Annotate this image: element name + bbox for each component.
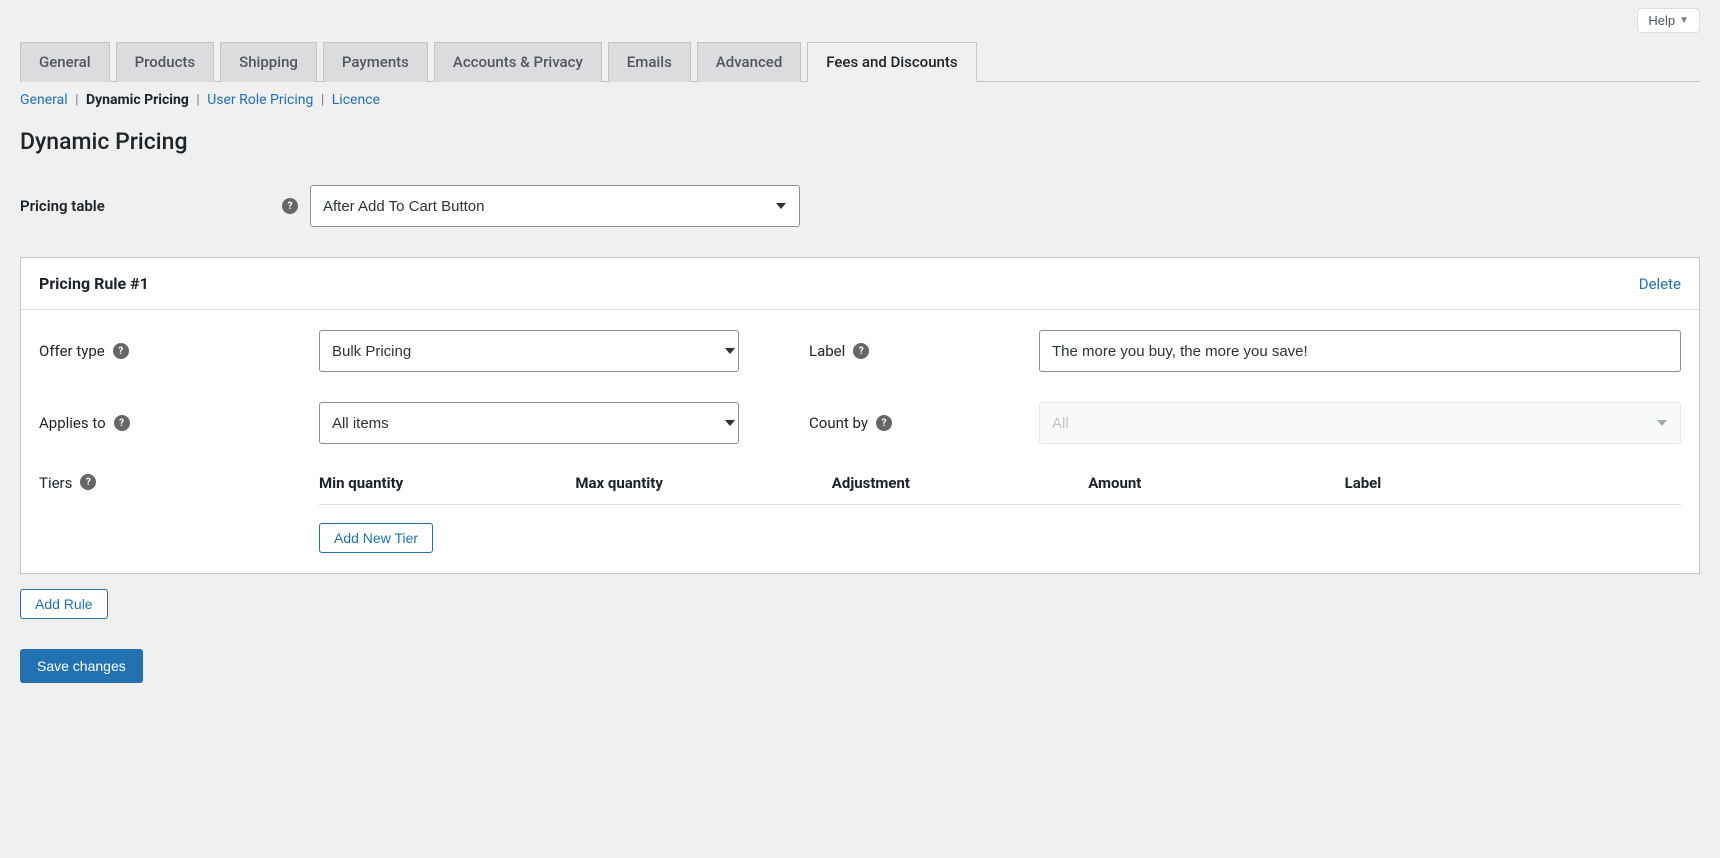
pricing-table-label: Pricing table xyxy=(20,197,105,215)
tab-accounts-privacy[interactable]: Accounts & Privacy xyxy=(434,42,602,82)
tiers-label: Tiers xyxy=(39,474,72,492)
help-button[interactable]: Help ▼ xyxy=(1637,8,1700,33)
help-icon[interactable]: ? xyxy=(113,343,129,359)
tier-col-amount: Amount xyxy=(1088,474,1344,492)
sub-nav: General | Dynamic Pricing | User Role Pr… xyxy=(20,92,1700,108)
offer-type-select[interactable]: Bulk Pricing xyxy=(319,330,739,372)
tab-advanced[interactable]: Advanced xyxy=(697,42,801,82)
subtab-general[interactable]: General xyxy=(20,92,68,108)
tab-products[interactable]: Products xyxy=(116,42,215,82)
subtab-licence[interactable]: Licence xyxy=(332,92,380,108)
add-rule-button[interactable]: Add Rule xyxy=(20,589,108,619)
tier-col-max: Max quantity xyxy=(575,474,831,492)
label-input[interactable] xyxy=(1039,330,1681,372)
tab-emails[interactable]: Emails xyxy=(608,42,691,82)
tab-fees-discounts[interactable]: Fees and Discounts xyxy=(807,42,976,82)
tab-payments[interactable]: Payments xyxy=(323,42,428,82)
subtab-user-role-pricing[interactable]: User Role Pricing xyxy=(207,92,313,108)
tier-col-min: Min quantity xyxy=(319,474,575,492)
tier-col-label: Label xyxy=(1345,474,1601,492)
pricing-table-select[interactable]: After Add To Cart Button xyxy=(310,185,800,227)
help-icon[interactable]: ? xyxy=(282,198,298,214)
page-title: Dynamic Pricing xyxy=(20,128,1700,155)
help-icon[interactable]: ? xyxy=(114,415,130,431)
chevron-down-icon: ▼ xyxy=(1679,15,1689,26)
add-tier-button[interactable]: Add New Tier xyxy=(319,523,433,553)
help-icon[interactable]: ? xyxy=(876,415,892,431)
pricing-rule-panel: Pricing Rule #1 Delete Offer type ? Bulk… xyxy=(20,257,1700,574)
save-changes-button[interactable]: Save changes xyxy=(20,649,143,683)
count-by-label: Count by xyxy=(809,414,868,432)
tabs-nav: General Products Shipping Payments Accou… xyxy=(20,41,1700,82)
help-label: Help xyxy=(1648,13,1675,28)
tab-general[interactable]: General xyxy=(20,42,110,82)
tab-shipping[interactable]: Shipping xyxy=(220,42,317,82)
label-field-label: Label xyxy=(809,342,845,360)
tier-col-adjustment: Adjustment xyxy=(832,474,1088,492)
subtab-dynamic-pricing[interactable]: Dynamic Pricing xyxy=(86,92,189,108)
applies-to-label: Applies to xyxy=(39,414,106,432)
offer-type-label: Offer type xyxy=(39,342,105,360)
applies-to-select[interactable]: All items xyxy=(319,402,739,444)
delete-rule-link[interactable]: Delete xyxy=(1639,275,1681,293)
count-by-select: All xyxy=(1039,402,1681,444)
help-icon[interactable]: ? xyxy=(80,474,96,490)
rule-title: Pricing Rule #1 xyxy=(39,274,149,293)
help-icon[interactable]: ? xyxy=(853,343,869,359)
